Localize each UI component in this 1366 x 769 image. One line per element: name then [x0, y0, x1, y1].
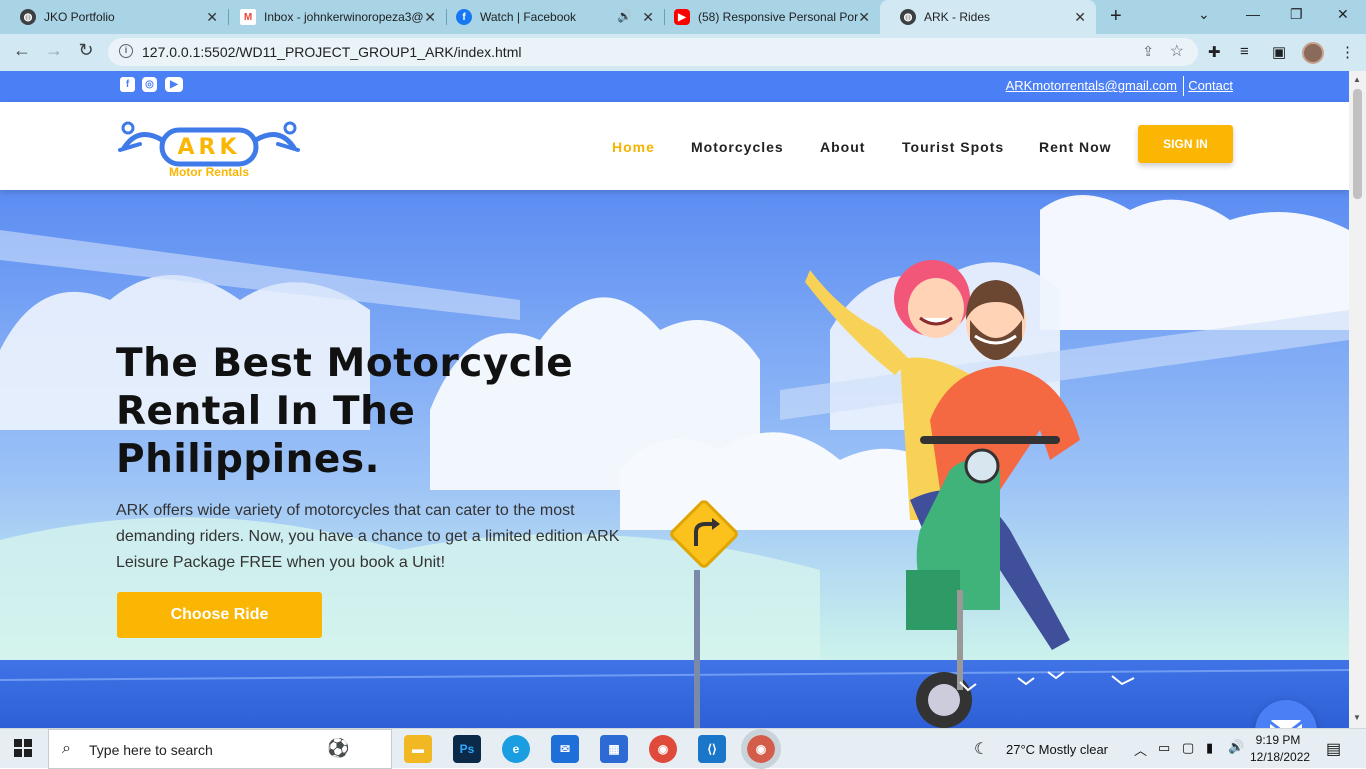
top-info-bar: f ◎ ▶ ARKmotorrentals@gmail.com Contact: [0, 71, 1349, 102]
file-explorer-icon[interactable]: ▬: [404, 735, 432, 763]
search-placeholder: Type here to search: [89, 742, 213, 758]
vscode-icon[interactable]: ⟨⟩: [698, 735, 726, 763]
windows-start-icon[interactable]: [14, 739, 32, 762]
instagram-icon[interactable]: ◎: [142, 77, 157, 92]
youtube-icon: ▶: [674, 9, 690, 25]
edge-icon[interactable]: e: [502, 735, 530, 763]
nav-home[interactable]: Home: [612, 139, 655, 155]
nav-about[interactable]: About: [820, 139, 865, 155]
browser-tab[interactable]: f Watch | Facebook 🔊 ✕: [436, 0, 664, 34]
bookmark-star-icon[interactable]: ☆: [1170, 41, 1184, 61]
close-icon[interactable]: ✕: [642, 9, 654, 26]
clock-time[interactable]: 9:19 PM: [1252, 733, 1304, 747]
headline-line: Rental In The: [116, 389, 416, 434]
photoshop-icon[interactable]: Ps: [453, 735, 481, 763]
message-button[interactable]: [1255, 700, 1317, 728]
chrome-icon[interactable]: ◉: [649, 735, 677, 763]
reload-icon[interactable]: ↻: [74, 40, 98, 61]
logo-subtitle: Motor Rentals: [169, 165, 249, 179]
page-scrollbar[interactable]: ▲ ▼: [1349, 71, 1366, 728]
site-info-icon[interactable]: i: [119, 44, 133, 58]
restore-icon[interactable]: ❐: [1290, 6, 1303, 23]
url-text[interactable]: 127.0.0.1:5502/WD11_PROJECT_GROUP1_ARK/i…: [142, 44, 521, 60]
tab-search-icon[interactable]: ⌄: [1198, 6, 1210, 23]
windows-taskbar: ⌕ Type here to search ⚽ ▬ Ps e ✉ ▦ ◉ ⟨⟩ …: [0, 728, 1366, 769]
battery-icon[interactable]: ▮: [1206, 740, 1213, 756]
logo-text: ARK: [177, 135, 240, 160]
choose-ride-button[interactable]: Choose Ride: [117, 592, 322, 638]
hero-section: The Best Motorcycle Rental In The Philip…: [0, 190, 1349, 728]
media-control-icon[interactable]: ≡: [1240, 43, 1249, 60]
extensions-icon[interactable]: ✚: [1208, 43, 1221, 61]
nav-tourist-spots[interactable]: Tourist Spots: [902, 139, 1004, 155]
gmail-icon: M: [240, 9, 256, 25]
ark-logo[interactable]: ARK Motor Rentals: [118, 114, 300, 180]
youtube-icon[interactable]: ▶: [165, 77, 183, 92]
browser-tab-active[interactable]: ◍ ARK - Rides ✕: [880, 0, 1096, 34]
share-icon[interactable]: ⇪: [1142, 43, 1154, 60]
hero-headline: The Best Motorcycle Rental In The Philip…: [116, 340, 636, 484]
headline-line: The Best Motorcycle: [116, 341, 574, 386]
scroll-thumb[interactable]: [1353, 89, 1362, 199]
new-tab-icon[interactable]: +: [1110, 5, 1122, 28]
speaker-icon[interactable]: 🔊: [617, 9, 632, 23]
email-link[interactable]: ARKmotorrentals@gmail.com: [1006, 78, 1177, 93]
search-highlight-icon[interactable]: ⚽: [327, 738, 349, 759]
clock-date[interactable]: 12/18/2022: [1250, 750, 1310, 764]
hero-description: ARK offers wide variety of motorcycles t…: [116, 502, 620, 571]
profile-avatar[interactable]: [1302, 42, 1324, 64]
browser-tab[interactable]: ◍ JKO Portfolio ✕: [0, 0, 228, 34]
mail-icon[interactable]: ✉: [551, 735, 579, 763]
menu-kebab-icon[interactable]: ⋮: [1340, 43, 1355, 61]
meet-now-icon[interactable]: ▭: [1158, 740, 1170, 756]
nav-rent-now[interactable]: Rent Now: [1039, 139, 1112, 155]
browser-toolbar: ← → ↻ i 127.0.0.1:5502/WD11_PROJECT_GROU…: [0, 34, 1366, 71]
address-bar[interactable]: i 127.0.0.1:5502/WD11_PROJECT_GROUP1_ARK…: [108, 38, 1198, 66]
facebook-icon[interactable]: f: [120, 77, 135, 92]
headline-line: Philippines.: [116, 437, 380, 482]
divider: [1183, 76, 1184, 96]
chrome-active-icon[interactable]: ◉: [741, 729, 781, 769]
close-icon[interactable]: ✕: [206, 9, 218, 26]
globe-icon: ◍: [900, 9, 916, 25]
scroll-up-icon[interactable]: ▲: [1353, 75, 1361, 84]
volume-icon[interactable]: 🔊: [1228, 739, 1244, 755]
envelope-icon: [1269, 720, 1303, 728]
tray-chevron-icon[interactable]: ︿: [1134, 740, 1147, 759]
browser-tab[interactable]: ▶ (58) Responsive Personal Por ✕: [654, 0, 880, 34]
weather-moon-icon: ☾: [974, 741, 989, 758]
globe-icon: ◍: [20, 9, 36, 25]
close-icon[interactable]: ✕: [858, 9, 870, 26]
page-viewport: f ◎ ▶ ARKmotorrentals@gmail.com Contact …: [0, 71, 1349, 728]
browser-tab[interactable]: M Inbox - johnkerwinoropeza3@ ✕: [220, 0, 446, 34]
notifications-icon[interactable]: ▤: [1326, 739, 1341, 759]
weather-text[interactable]: 27°C Mostly clear: [1006, 742, 1108, 757]
search-icon: ⌕: [62, 740, 71, 757]
nav-motorcycles[interactable]: Motorcycles: [691, 139, 784, 155]
main-navbar: ARK Motor Rentals Home Motorcycles About…: [0, 102, 1349, 190]
network-icon[interactable]: ▢: [1182, 740, 1194, 756]
close-icon[interactable]: ✕: [1074, 9, 1086, 26]
taskbar-search[interactable]: ⌕ Type here to search ⚽: [48, 729, 392, 769]
browser-tabstrip: ◍ JKO Portfolio ✕ M Inbox - johnkerwinor…: [0, 0, 1366, 34]
side-panel-icon[interactable]: ▣: [1272, 43, 1286, 61]
scroll-down-icon[interactable]: ▼: [1353, 713, 1361, 722]
close-window-icon[interactable]: ✕: [1337, 6, 1349, 23]
back-icon[interactable]: ←: [10, 40, 34, 61]
facebook-icon: f: [456, 9, 472, 25]
close-icon[interactable]: ✕: [424, 9, 436, 26]
sign-in-button[interactable]: SIGN IN: [1138, 125, 1233, 163]
contact-link[interactable]: Contact: [1188, 78, 1233, 93]
store-icon[interactable]: ▦: [600, 735, 628, 763]
minimize-icon[interactable]: —: [1246, 6, 1260, 22]
forward-icon[interactable]: →: [42, 40, 66, 61]
